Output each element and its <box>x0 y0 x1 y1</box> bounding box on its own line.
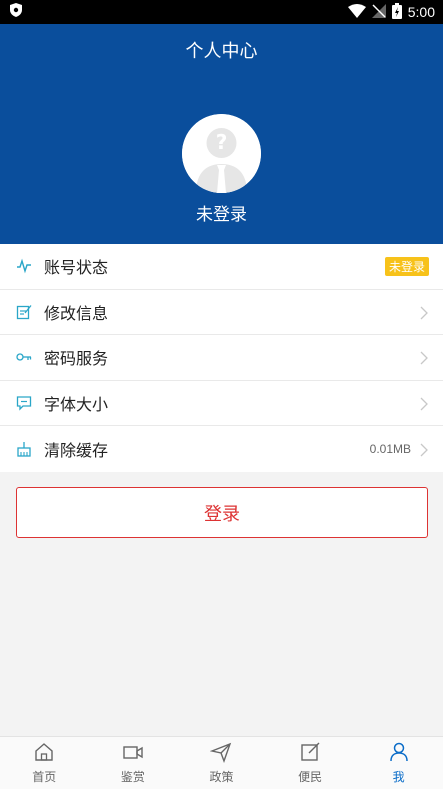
edit-icon <box>16 304 32 320</box>
menu-item-label: 修改信息 <box>44 303 109 323</box>
chevron-right-icon <box>419 305 429 320</box>
tab-home[interactable]: 首页 <box>0 737 89 789</box>
tab-me[interactable]: 我 <box>354 737 443 789</box>
chevron-right-icon <box>419 350 429 365</box>
tab-convenience[interactable]: 便民 <box>266 737 355 789</box>
pulse-icon <box>16 258 32 274</box>
wifi-icon <box>347 3 366 21</box>
no-sim-icon <box>371 3 386 21</box>
tab-appreciate[interactable]: 鉴赏 <box>89 737 178 789</box>
user-icon <box>388 741 410 766</box>
menu-item-clear-cache[interactable]: 清除缓存 0.01MB <box>0 426 443 472</box>
clock-time: 5:00 <box>407 4 435 20</box>
chevron-right-icon <box>419 442 429 457</box>
battery-icon <box>391 2 402 22</box>
svg-text:?: ? <box>216 130 228 154</box>
menu-item-account-status[interactable]: 账号状态 未登录 <box>0 244 443 290</box>
key-icon <box>16 349 32 365</box>
menu-item-edit-info[interactable]: 修改信息 <box>0 290 443 335</box>
tab-label: 便民 <box>298 770 323 784</box>
menu-item-label: 账号状态 <box>44 258 109 278</box>
cache-size-value: 0.01MB <box>369 441 411 456</box>
profile-header: 个人中心 ? 未登录 <box>0 24 443 244</box>
login-status-text: 未登录 <box>196 205 247 225</box>
menu-item-font-size[interactable]: 字体大小 <box>0 381 443 426</box>
menu-item-password-service[interactable]: 密码服务 <box>0 335 443 381</box>
status-badge: 未登录 <box>384 256 429 276</box>
shield-icon <box>10 2 22 22</box>
login-button[interactable]: 登录 <box>16 487 428 538</box>
tab-label: 鉴赏 <box>120 770 145 784</box>
menu-item-label: 密码服务 <box>44 349 109 369</box>
avatar[interactable]: ? <box>182 114 261 193</box>
edit-square-icon <box>299 741 321 766</box>
page-title: 个人中心 <box>185 41 258 62</box>
send-icon <box>210 741 232 766</box>
bottom-tab-bar: 首页 鉴赏 政策 便民 我 <box>0 736 443 789</box>
font-chat-icon <box>16 395 32 411</box>
tab-policy[interactable]: 政策 <box>177 737 266 789</box>
chevron-right-icon <box>419 396 429 411</box>
home-icon <box>33 741 55 766</box>
video-icon <box>122 741 144 766</box>
tab-label: 政策 <box>209 770 234 784</box>
default-avatar-icon: ? <box>182 114 261 193</box>
tab-label: 我 <box>392 770 405 784</box>
menu-item-label: 字体大小 <box>44 394 109 414</box>
menu-item-label: 清除缓存 <box>44 440 109 460</box>
status-bar: 5:00 <box>0 0 443 24</box>
tab-label: 首页 <box>32 770 57 784</box>
clean-icon <box>16 441 32 457</box>
settings-list: 账号状态 未登录 修改信息 密码服务 字体大小 清除缓存 0.01MB <box>0 244 443 472</box>
